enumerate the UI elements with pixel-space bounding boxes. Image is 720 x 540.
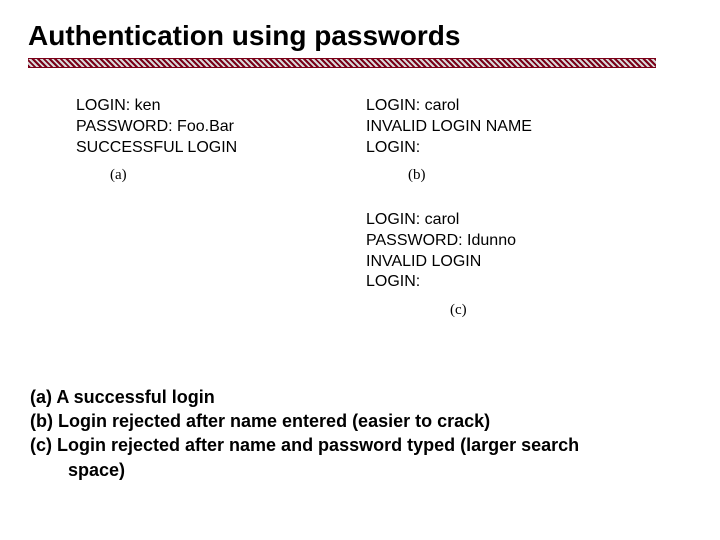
panel-a-line-2: PASSWORD: Foo.Bar — [76, 117, 237, 138]
panel-b-line-2: INVALID LOGIN NAME — [366, 117, 532, 138]
title-divider — [28, 58, 656, 68]
panel-b-line-3: LOGIN: — [366, 138, 532, 159]
panel-c-line-4: LOGIN: — [366, 272, 516, 293]
panel-b-line-1: LOGIN: carol — [366, 96, 532, 117]
caption-list: (a) A successful login (b) Login rejecte… — [30, 385, 579, 482]
panel-c: LOGIN: carol PASSWORD: Idunno INVALID LO… — [366, 210, 516, 321]
panel-b-label: (b) — [408, 166, 532, 186]
panel-a-label: (a) — [110, 166, 237, 186]
caption-c-line2: space) — [30, 458, 579, 482]
panel-c-line-3: INVALID LOGIN — [366, 252, 516, 273]
panel-c-line-2: PASSWORD: Idunno — [366, 231, 516, 252]
caption-b: (b) Login rejected after name entered (e… — [30, 409, 579, 433]
panel-c-line-1: LOGIN: carol — [366, 210, 516, 231]
panel-a-line-1: LOGIN: ken — [76, 96, 237, 117]
slide-title: Authentication using passwords — [28, 20, 692, 52]
slide: Authentication using passwords LOGIN: ke… — [0, 0, 720, 540]
panel-a: LOGIN: ken PASSWORD: Foo.Bar SUCCESSFUL … — [76, 96, 237, 186]
examples-area: LOGIN: ken PASSWORD: Foo.Bar SUCCESSFUL … — [60, 90, 692, 330]
panel-a-line-3: SUCCESSFUL LOGIN — [76, 138, 237, 159]
caption-c-line1: (c) Login rejected after name and passwo… — [30, 433, 579, 457]
caption-a: (a) A successful login — [30, 385, 579, 409]
panel-c-label: (c) — [450, 301, 516, 321]
panel-b: LOGIN: carol INVALID LOGIN NAME LOGIN: (… — [366, 96, 532, 186]
